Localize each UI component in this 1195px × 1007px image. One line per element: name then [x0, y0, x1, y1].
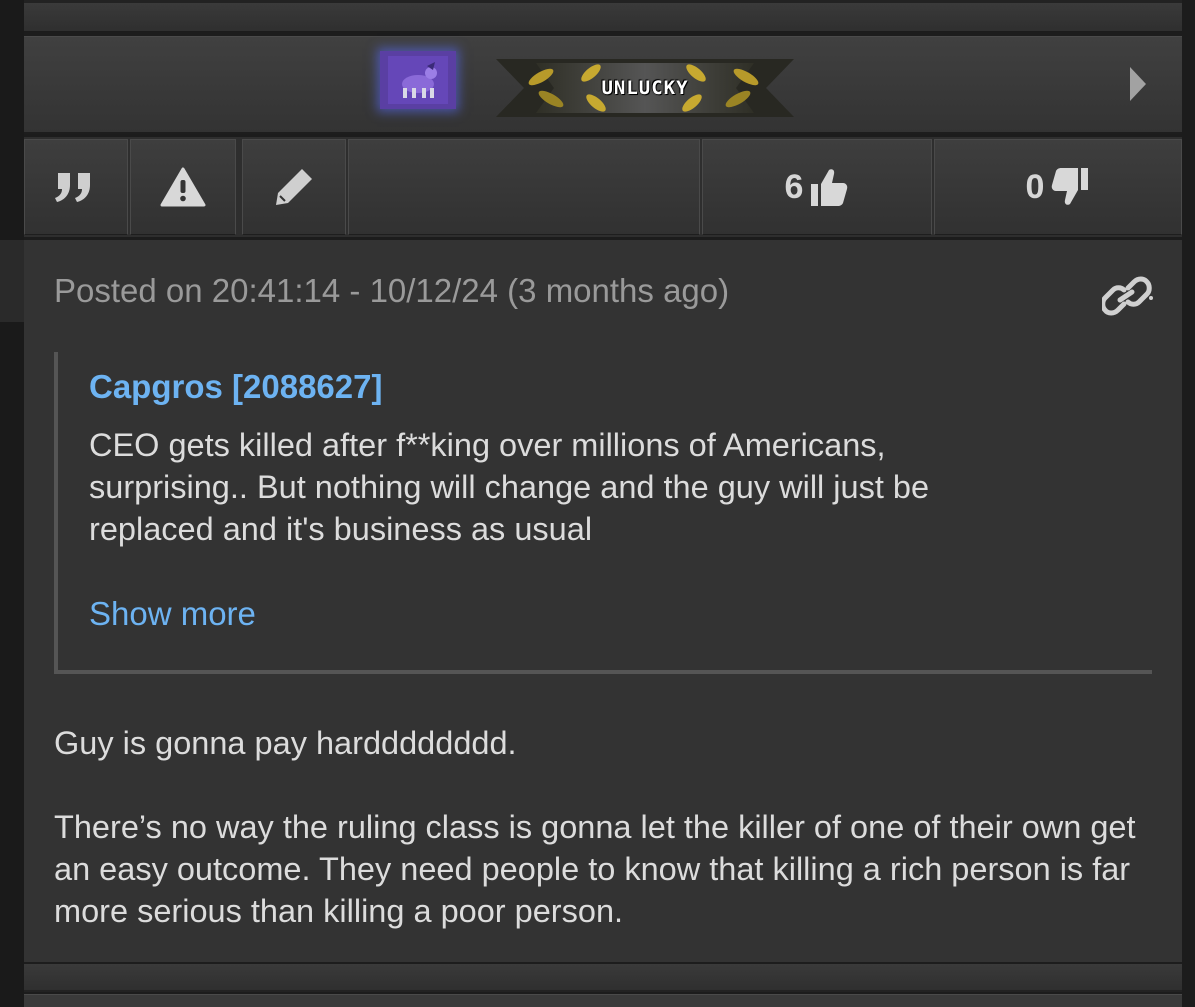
right-rail [1182, 0, 1195, 1007]
pony-icon [388, 56, 448, 104]
pencil-icon [276, 169, 312, 205]
badge-label: UNLUCKY [601, 77, 689, 99]
quote-icon [55, 173, 90, 202]
next-arrow-icon[interactable] [1130, 67, 1146, 101]
empty-action-slot [348, 139, 700, 235]
dislike-count: 0 [1025, 167, 1045, 206]
quote-line: replaced and it's business as usual [89, 511, 593, 547]
warning-icon [160, 167, 206, 207]
post-action-bar: 6 0 [24, 137, 1182, 237]
like-count: 6 [784, 167, 804, 206]
quote-line: surprising.. But nothing will change and… [89, 469, 930, 505]
left-rail [0, 0, 24, 1007]
honor-bar[interactable]: UNLUCKY [496, 59, 794, 117]
next-post-header [24, 994, 1182, 1007]
dislike-button[interactable]: 0 [934, 139, 1182, 235]
like-button[interactable]: 6 [702, 139, 932, 235]
thumbs-up-icon [811, 169, 848, 206]
edit-button[interactable] [242, 139, 346, 235]
forum-post-page: UNLUCKY 6 0 Posted on 20:41:14 - 10/12/2… [0, 0, 1195, 1007]
quote-text: CEO gets killed after f**king over milli… [89, 424, 1089, 550]
permalink-icon[interactable] [1102, 274, 1154, 320]
post-paragraph: There’s no way the ruling class is gonna… [54, 809, 1136, 929]
previous-post-footer [24, 0, 1182, 32]
quote-button[interactable] [24, 139, 128, 235]
post-body: Posted on 20:41:14 - 10/12/24 (3 months … [24, 240, 1182, 962]
show-more-link[interactable]: Show more [89, 595, 256, 633]
user-avatar[interactable] [380, 51, 456, 109]
post-paragraph: Guy is gonna pay hardddddddd. [54, 725, 517, 761]
quote-author-link[interactable]: Capgros [2088627] [89, 368, 382, 406]
post-content: Guy is gonna pay hardddddddd. There’s no… [54, 722, 1154, 974]
thumbs-down-icon [1052, 168, 1089, 205]
quote-line: CEO gets killed after f**king over milli… [89, 427, 886, 463]
post-header: UNLUCKY [24, 36, 1182, 134]
post-timestamp: Posted on 20:41:14 - 10/12/24 (3 months … [54, 272, 730, 309]
quote-block: Capgros [2088627] CEO gets killed after … [54, 352, 1152, 674]
post-footer [24, 962, 1182, 992]
report-button[interactable] [130, 139, 236, 235]
